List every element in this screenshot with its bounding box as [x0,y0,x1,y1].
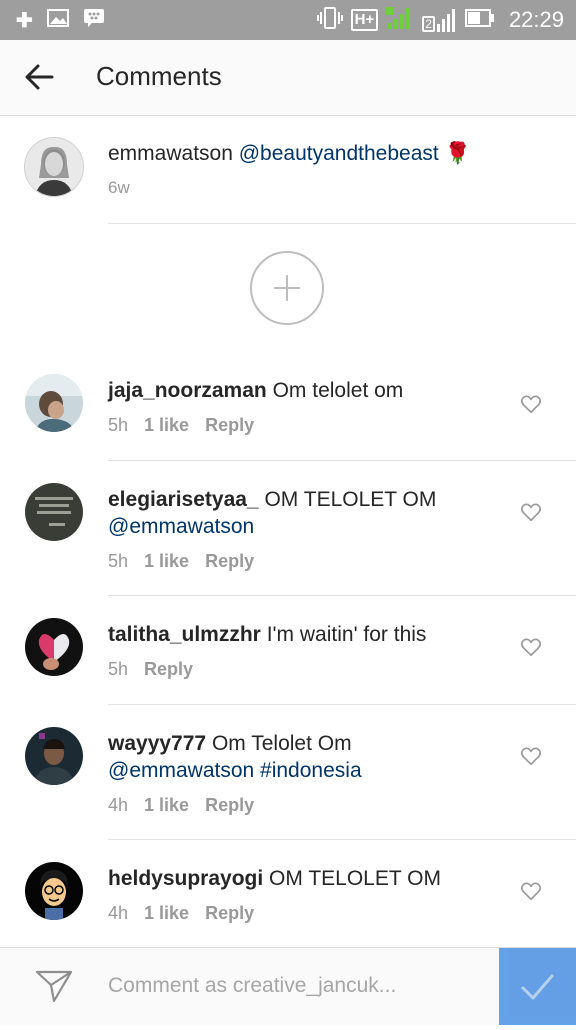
caption-username[interactable]: emmawatson [108,142,233,165]
kakao-icon: ✚ [16,9,33,32]
comment-likes[interactable]: 1 like [144,415,189,436]
comment-text: talitha_ulmzzhr I'm waitin' for this [108,621,498,648]
network-type-label: H+ [354,11,375,28]
heart-icon[interactable] [520,880,542,902]
comment-body: Om telolet om [272,379,404,402]
divider [108,460,576,461]
rose-emoji-icon: 🌹 [444,142,471,165]
reply-button[interactable]: Reply [205,795,254,816]
heart-icon[interactable] [520,636,542,658]
comment-username[interactable]: heldysuprayogi [108,867,263,890]
comment-body: I'm waitin' for this [266,623,427,646]
comment-avatar[interactable] [25,374,83,432]
comment-mention[interactable]: @emmawatson #indonesia [108,759,362,782]
comment-avatar[interactable] [25,483,83,541]
signal-icon [386,5,414,36]
comment-time: 4h [108,903,129,923]
reply-button[interactable]: Reply [205,903,254,924]
sim2-label: 2 [422,16,435,32]
battery-icon [464,8,495,33]
divider [108,839,576,840]
comment-meta: 5h 1 like Reply [108,415,254,436]
comment-text: elegiarisetyaa_ OM TELOLET OM @emmawatso… [108,486,498,540]
comment-body: OM TELOLET OM [269,867,441,890]
comment-likes[interactable]: 1 like [144,903,189,924]
comment-body: OM TELOLET OM [264,488,437,511]
comment-meta: 4h 1 like Reply [108,903,254,924]
comment-time: 5h [108,659,129,679]
comment-input[interactable] [108,966,488,1006]
page-title: Comments [96,61,222,91]
comment-body: Om Telolet Om [211,732,352,755]
paper-plane-icon[interactable] [34,968,74,1004]
divider [108,223,576,224]
caption-avatar[interactable] [24,137,84,197]
comment-likes[interactable]: 1 like [144,551,189,572]
network-icon: H+ [350,9,379,31]
comment-username[interactable]: wayyy777 [108,732,206,755]
comment-username[interactable]: talitha_ulmzzhr [108,623,261,646]
post-comment-button[interactable] [499,948,576,1025]
caption-timestamp: 6w [108,178,130,197]
comment-text: wayyy777 Om Telolet Om @emmawatson #indo… [108,730,498,784]
comment-meta: 5h Reply [108,659,193,680]
checkmark-icon [499,974,576,1029]
comment-likes[interactable]: 1 like [144,795,189,816]
comment-time: 5h [108,551,129,571]
app-bar: Comments [0,40,576,116]
comment-avatar[interactable] [25,862,83,920]
status-time: 22:29 [508,7,564,32]
comment-time: 4h [108,795,129,815]
comment-username[interactable]: jaja_noorzaman [108,379,267,402]
reply-button[interactable]: Reply [144,659,193,680]
heart-icon[interactable] [520,745,542,767]
bbm-icon [83,8,105,33]
comment-avatar[interactable] [25,727,83,785]
reply-button[interactable]: Reply [205,551,254,572]
load-more-comments-button[interactable] [250,251,324,325]
caption-text: emmawatson @beautyandthebeast 🌹 [108,142,471,166]
signal-sim2-icon: 2 [422,8,457,32]
vibrate-icon [316,6,343,35]
heart-icon[interactable] [520,501,542,523]
comment-composer [0,947,576,1025]
caption-mention[interactable]: @beautyandthebeast [239,142,439,165]
comment-username[interactable]: elegiarisetyaa_ [108,488,259,511]
comment-meta: 4h 1 like Reply [108,795,254,816]
comment-text: jaja_noorzaman Om telolet om [108,377,498,404]
heart-icon[interactable] [520,393,542,415]
comment-meta: 5h 1 like Reply [108,551,254,572]
divider [108,704,576,705]
comment-time: 5h [108,415,129,435]
arrow-left-icon[interactable] [22,60,56,94]
comment-avatar[interactable] [25,618,83,676]
divider [108,595,576,596]
image-icon [46,8,69,32]
comment-text: heldysuprayogi OM TELOLET OM [108,865,498,892]
status-bar: ✚ H+ 2 22:29 [0,0,576,40]
reply-button[interactable]: Reply [205,415,254,436]
comment-mention[interactable]: @emmawatson [108,515,254,538]
